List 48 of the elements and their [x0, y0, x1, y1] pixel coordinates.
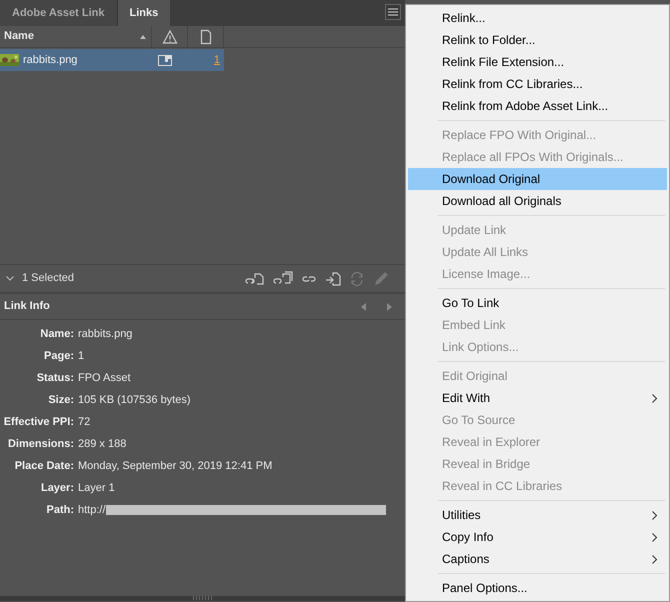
- selection-count: 1 Selected: [22, 271, 74, 286]
- menu-item[interactable]: Utilities: [408, 504, 667, 526]
- info-value: 72: [78, 414, 90, 430]
- resize-grip[interactable]: [0, 596, 405, 601]
- info-label: Dimensions:: [6, 436, 74, 452]
- info-label: Size:: [47, 392, 74, 408]
- info-label: Status:: [36, 370, 74, 386]
- info-label: Place Date:: [14, 458, 74, 474]
- info-value: 1: [78, 348, 84, 364]
- menu-item[interactable]: Relink...: [408, 7, 667, 29]
- file-name: rabbits.png: [23, 52, 78, 68]
- fpo-status-icon: [158, 54, 172, 66]
- menu-item[interactable]: Copy Info: [408, 526, 667, 548]
- info-label: Layer:: [40, 480, 74, 496]
- menu-item[interactable]: Panel Options...: [408, 577, 667, 599]
- sort-icon: [139, 34, 147, 40]
- chevron-down-icon[interactable]: [6, 276, 14, 282]
- menu-item[interactable]: Download all Originals: [408, 190, 667, 212]
- menu-item[interactable]: Edit With: [408, 387, 667, 409]
- menu-item[interactable]: Download Original: [408, 168, 667, 190]
- menu-icon: [388, 8, 398, 16]
- relink-folder-icon[interactable]: [273, 270, 293, 286]
- info-label: Name:: [39, 326, 74, 342]
- menu-item[interactable]: Captions: [408, 548, 667, 570]
- menu-item[interactable]: Relink to Folder...: [408, 29, 667, 51]
- info-value: 105 KB (107536 bytes): [78, 392, 191, 408]
- panel-menu-button[interactable]: [385, 4, 401, 20]
- place-icon[interactable]: [325, 270, 341, 286]
- relink-icon[interactable]: [245, 270, 265, 286]
- info-label: Page:: [43, 348, 74, 364]
- info-value: 289 x 188: [78, 436, 126, 452]
- info-value: rabbits.png: [78, 326, 132, 342]
- menu-item[interactable]: Relink from Adobe Asset Link...: [408, 95, 667, 117]
- menu-item[interactable]: Relink File Extension...: [408, 51, 667, 73]
- menu-item[interactable]: Relink from CC Libraries...: [408, 73, 667, 95]
- panel-tab[interactable]: Adobe Asset Link: [0, 0, 118, 26]
- info-label: Effective PPI:: [2, 414, 74, 430]
- link-row[interactable]: rabbits.png 1: [0, 49, 224, 71]
- menu-item[interactable]: Go To Link: [408, 292, 667, 314]
- warning-icon[interactable]: [162, 28, 178, 44]
- panel-tab[interactable]: Links: [118, 0, 170, 26]
- info-value: Monday, September 30, 2019 12:41 PM: [78, 458, 272, 474]
- info-value: FPO Asset: [78, 370, 131, 386]
- section-title: Link Info: [4, 299, 50, 314]
- info-value: http://: [78, 502, 106, 518]
- info-value: Layer 1: [78, 480, 115, 496]
- info-label: Path:: [46, 502, 74, 518]
- column-header[interactable]: Name: [4, 28, 34, 45]
